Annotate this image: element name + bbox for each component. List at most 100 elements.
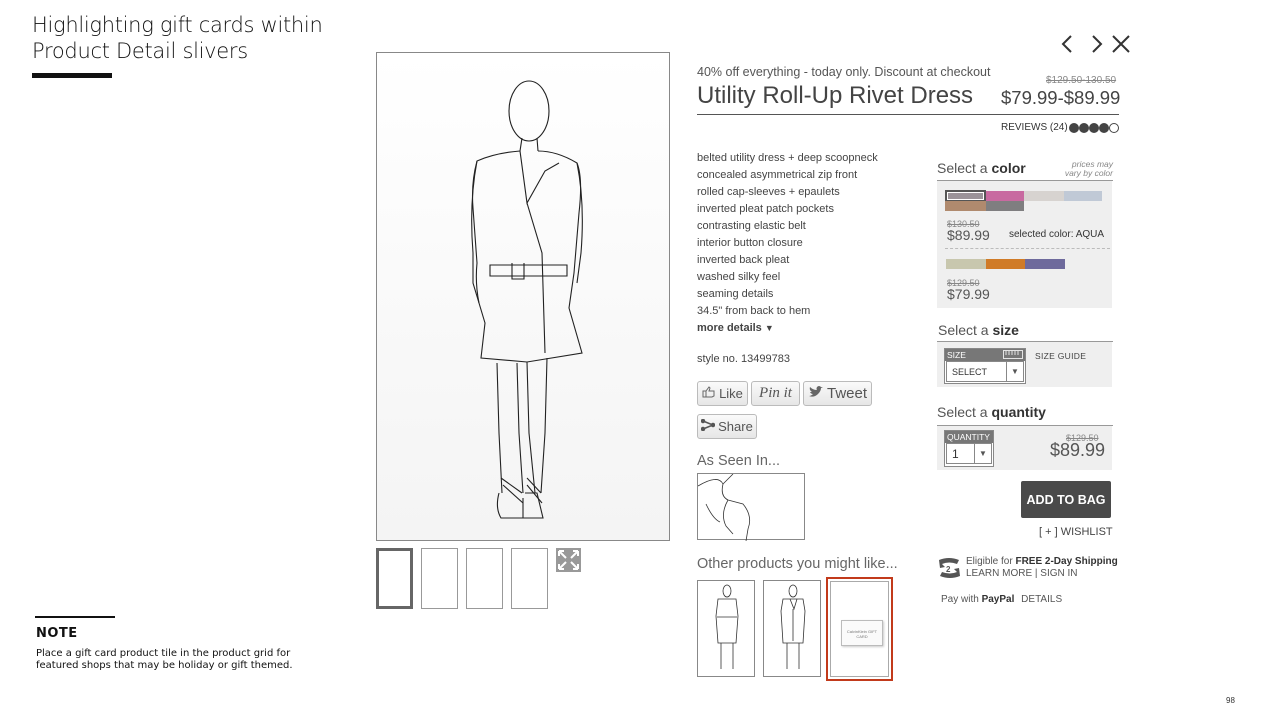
color-swatch[interactable] bbox=[1024, 191, 1064, 201]
main-product-image bbox=[376, 52, 670, 541]
color-group1-price: $89.99 bbox=[947, 227, 990, 243]
color-swatch[interactable] bbox=[945, 201, 986, 211]
thumbnail-3[interactable] bbox=[466, 548, 503, 609]
size-select-row: SELECT ▼ bbox=[945, 361, 1025, 383]
title-divider bbox=[697, 114, 1119, 115]
gift-card-image: CalvinKlein GIFT CARD bbox=[841, 620, 883, 646]
add-to-bag-button[interactable]: ADD TO BAG bbox=[1021, 481, 1111, 518]
size-section-label: Select a size bbox=[938, 322, 1019, 338]
color-label-prefix: Select a bbox=[937, 160, 988, 176]
as-seen-in-heading: As Seen In... bbox=[697, 453, 781, 469]
feature-item: washed silky feel bbox=[697, 271, 781, 283]
original-price-range: $129.50-130.50 bbox=[1046, 75, 1117, 86]
size-label-bold: size bbox=[992, 322, 1019, 338]
color-swatch[interactable] bbox=[986, 191, 1024, 201]
chevron-right-icon[interactable] bbox=[1085, 33, 1107, 55]
color-group2-price: $79.99 bbox=[947, 286, 990, 302]
shipping-badge-icon: 2 bbox=[937, 556, 962, 580]
product-tile[interactable] bbox=[697, 580, 755, 677]
thumbnail-2[interactable] bbox=[421, 548, 458, 609]
feature-item: concealed asymmetrical zip front bbox=[697, 169, 858, 181]
reviews-link[interactable]: REVIEWS (24) bbox=[1001, 122, 1068, 133]
caret-down-icon: ▼ bbox=[1006, 361, 1024, 382]
thumbnail-1[interactable] bbox=[376, 548, 413, 609]
size-label-prefix: Select a bbox=[938, 322, 989, 338]
color-swatch[interactable] bbox=[1064, 191, 1102, 201]
feature-list: belted utility dress + deep scoopneck co… bbox=[697, 150, 917, 337]
more-details-label: more details bbox=[697, 322, 762, 334]
color-label-bold: color bbox=[991, 160, 1026, 176]
paypal-details-link[interactable]: DETAILS bbox=[1021, 594, 1062, 605]
shipping-info: Eligible for FREE 2-Day Shipping LEARN M… bbox=[966, 556, 1118, 580]
close-icon[interactable] bbox=[1110, 33, 1132, 55]
expand-icon[interactable] bbox=[556, 548, 581, 572]
share-button[interactable]: Share bbox=[697, 414, 757, 439]
caret-down-icon: ▼ bbox=[974, 443, 992, 464]
note-divider bbox=[35, 616, 115, 618]
shipping-line: Eligible for FREE 2-Day Shipping bbox=[966, 556, 1118, 568]
rating-dot-filled bbox=[1069, 123, 1079, 133]
feature-item: interior button closure bbox=[697, 237, 803, 249]
twitter-bird-icon bbox=[808, 385, 824, 402]
ruler-icon bbox=[1003, 350, 1023, 362]
quantity-box-header: QUANTITY bbox=[945, 431, 993, 443]
tweet-button[interactable]: Tweet bbox=[803, 381, 872, 406]
slide-title: Highlighting gift cards within Product D… bbox=[32, 13, 323, 63]
more-details-link[interactable]: more details ▼ bbox=[697, 320, 917, 337]
like-button[interactable]: Like bbox=[697, 381, 748, 406]
color-swatch[interactable] bbox=[986, 259, 1025, 269]
quantity-value: 1 bbox=[946, 443, 975, 464]
feature-item: rolled cap-sleeves + epaulets bbox=[697, 186, 840, 198]
shipping-prefix: Eligible for bbox=[966, 556, 1016, 567]
quantity-select-row: 1 ▼ bbox=[945, 443, 993, 465]
product-tile[interactable] bbox=[763, 580, 821, 677]
note-text: Place a gift card product tile in the pr… bbox=[36, 648, 293, 671]
color-swatch[interactable] bbox=[946, 259, 986, 269]
color-swatch[interactable] bbox=[986, 201, 1024, 211]
gift-card-tile[interactable]: CalvinKlein GIFT CARD bbox=[826, 577, 893, 681]
share-icon bbox=[700, 418, 716, 434]
rating-dot-filled bbox=[1099, 123, 1109, 133]
like-label: Like bbox=[719, 386, 743, 401]
thumbs-up-icon bbox=[702, 386, 716, 401]
pin-it-button[interactable]: Pin it bbox=[751, 381, 800, 406]
feature-item: belted utility dress + deep scoopneck bbox=[697, 152, 878, 164]
paypal-brand: PayPal bbox=[981, 594, 1015, 605]
style-number: style no. 13499783 bbox=[697, 353, 790, 365]
color-swatch[interactable] bbox=[1025, 259, 1065, 269]
quantity-select[interactable]: QUANTITY 1 ▼ bbox=[944, 430, 994, 467]
shipping-bold: FREE 2-Day Shipping bbox=[1015, 556, 1118, 567]
page-number: 98 bbox=[1226, 696, 1235, 705]
feature-item: seaming details bbox=[697, 288, 774, 300]
feature-item: inverted pleat patch pockets bbox=[697, 203, 834, 215]
chevron-left-icon[interactable] bbox=[1057, 33, 1079, 55]
caret-down-icon: ▼ bbox=[764, 323, 774, 333]
color-section-label: Select a color bbox=[937, 160, 1026, 176]
feature-item: 34.5" from back to hem bbox=[697, 305, 811, 317]
shipping-links[interactable]: LEARN MORE | SIGN IN bbox=[966, 568, 1118, 580]
thumbnail-4[interactable] bbox=[511, 548, 548, 609]
other-products-heading: Other products you might like... bbox=[697, 556, 898, 572]
quantity-price: $89.99 bbox=[1050, 440, 1106, 460]
paypal-info: Pay with PayPal DETAILS bbox=[941, 594, 1062, 605]
feature-item: contrasting elastic belt bbox=[697, 220, 806, 232]
add-to-wishlist-link[interactable]: [ + ] WISHLIST bbox=[1039, 526, 1113, 538]
product-title: Utility Roll-Up Rivet Dress bbox=[697, 82, 974, 109]
tweet-label: Tweet bbox=[826, 385, 868, 402]
size-select[interactable]: SIZE SELECT ▼ bbox=[944, 348, 1026, 384]
quantity-label-prefix: Select a bbox=[937, 404, 988, 420]
quantity-section-label: Select a quantity bbox=[937, 404, 1046, 420]
paypal-prefix: Pay with bbox=[941, 594, 982, 605]
share-label: Share bbox=[718, 419, 753, 434]
quantity-label-bold: quantity bbox=[991, 404, 1046, 420]
as-seen-in-image[interactable] bbox=[697, 473, 805, 542]
size-select-value: SELECT bbox=[946, 361, 1007, 382]
size-guide-link[interactable]: SIZE GUIDE bbox=[1035, 351, 1086, 361]
rating-dot-empty bbox=[1109, 123, 1119, 133]
size-box-header: SIZE bbox=[945, 349, 1025, 361]
rating-dot-filled bbox=[1079, 123, 1089, 133]
title-underline bbox=[32, 73, 112, 78]
promo-text: 40% off everything - today only. Discoun… bbox=[697, 65, 991, 79]
price-range: $79.99-$89.99 bbox=[1001, 87, 1121, 108]
gift-card-frame: CalvinKlein GIFT CARD bbox=[830, 581, 889, 677]
